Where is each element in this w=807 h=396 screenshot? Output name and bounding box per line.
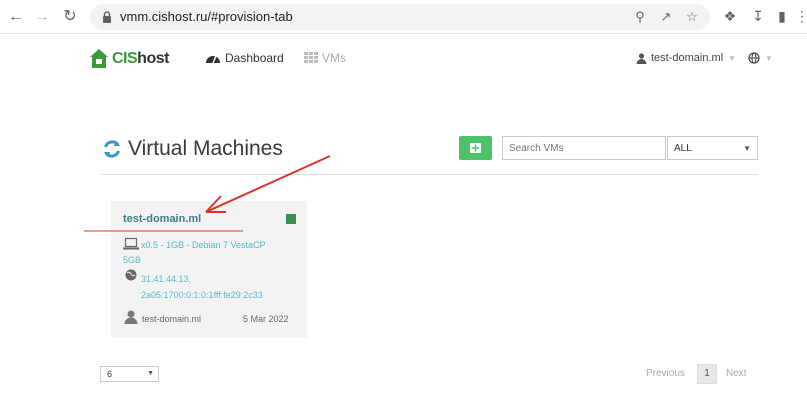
url-text: vmm.cishost.ru/#provision-tab (120, 9, 293, 24)
vm-name-link[interactable]: test-domain.ml (123, 213, 201, 225)
globe-icon (748, 52, 760, 64)
logo-text: CIShost (112, 50, 169, 67)
grid-icon (304, 52, 318, 63)
status-filter-select[interactable]: ALL ▼ (667, 136, 758, 160)
back-icon[interactable]: ← (6, 7, 26, 27)
vm-ipv4: 31.41.44.13, (141, 274, 192, 284)
user-menu[interactable]: test-domain.ml ▼ (636, 52, 736, 64)
lock-icon (103, 11, 111, 23)
logo[interactable]: CIShost (89, 47, 169, 71)
forward-icon[interactable]: → (32, 7, 52, 27)
dashboard-icon (206, 55, 220, 64)
download-icon[interactable]: ↧ (750, 8, 766, 24)
nav-item-dashboard[interactable]: Dashboard (205, 51, 284, 65)
address-bar[interactable]: vmm.cishost.ru/#provision-tab ⚲ ↗ ☆ (90, 4, 710, 30)
vm-date: 5 Mar 2022 (243, 314, 289, 324)
header-divider (100, 174, 758, 175)
page-title: Virtual Machines (102, 137, 283, 161)
refresh-icon[interactable] (102, 139, 122, 159)
extensions-icon[interactable]: ❖ (722, 8, 738, 24)
zoom-icon[interactable]: ⚲ (632, 9, 648, 25)
page-number-button[interactable]: 1 (697, 364, 717, 384)
globe-icon (125, 269, 137, 281)
per-page-select[interactable]: 6 ▼ (100, 366, 159, 382)
user-icon (636, 52, 647, 64)
vm-owner: test-domain.ml (142, 314, 202, 324)
share-icon[interactable]: ↗ (658, 9, 674, 25)
chevron-down-icon: ▼ (147, 370, 154, 377)
top-navigation: CIShost Dashboard VMs test-domain.ml ▼ ▼ (0, 35, 807, 83)
vm-spec: x0.5 - 1GB - Debian 7 VestaCP (141, 240, 266, 250)
next-page-button[interactable]: Next (726, 368, 747, 379)
language-menu[interactable]: ▼ (748, 52, 773, 64)
bookmark-star-icon[interactable]: ☆ (684, 9, 700, 25)
sidebar-icon[interactable]: ▮ (774, 8, 790, 24)
chevron-down-icon: ▼ (765, 53, 773, 63)
reload-icon[interactable]: ↻ (60, 7, 80, 27)
add-vm-button[interactable] (459, 136, 492, 160)
plus-icon (470, 143, 481, 153)
laptop-icon (123, 237, 139, 250)
vm-disk: 5GB (123, 255, 142, 265)
previous-page-button[interactable]: Previous (646, 368, 685, 379)
search-input[interactable] (502, 136, 666, 160)
chevron-down-icon: ▼ (728, 53, 737, 63)
user-icon (124, 310, 138, 324)
nav-item-vms[interactable]: VMs (304, 51, 346, 65)
browser-toolbar: ← → ↻ vmm.cishost.ru/#provision-tab ⚲ ↗ … (0, 0, 807, 34)
status-indicator (286, 214, 296, 224)
house-logo-icon (90, 49, 108, 68)
vm-card[interactable]: test-domain.ml x0.5 - 1GB - Debian 7 Ves… (111, 201, 307, 338)
menu-icon[interactable]: ⋮ (794, 8, 807, 24)
chevron-down-icon: ▼ (743, 144, 751, 153)
vm-ipv6: 2a05:1700:0:1:0:1fff:fe29:2c33 (141, 290, 263, 300)
